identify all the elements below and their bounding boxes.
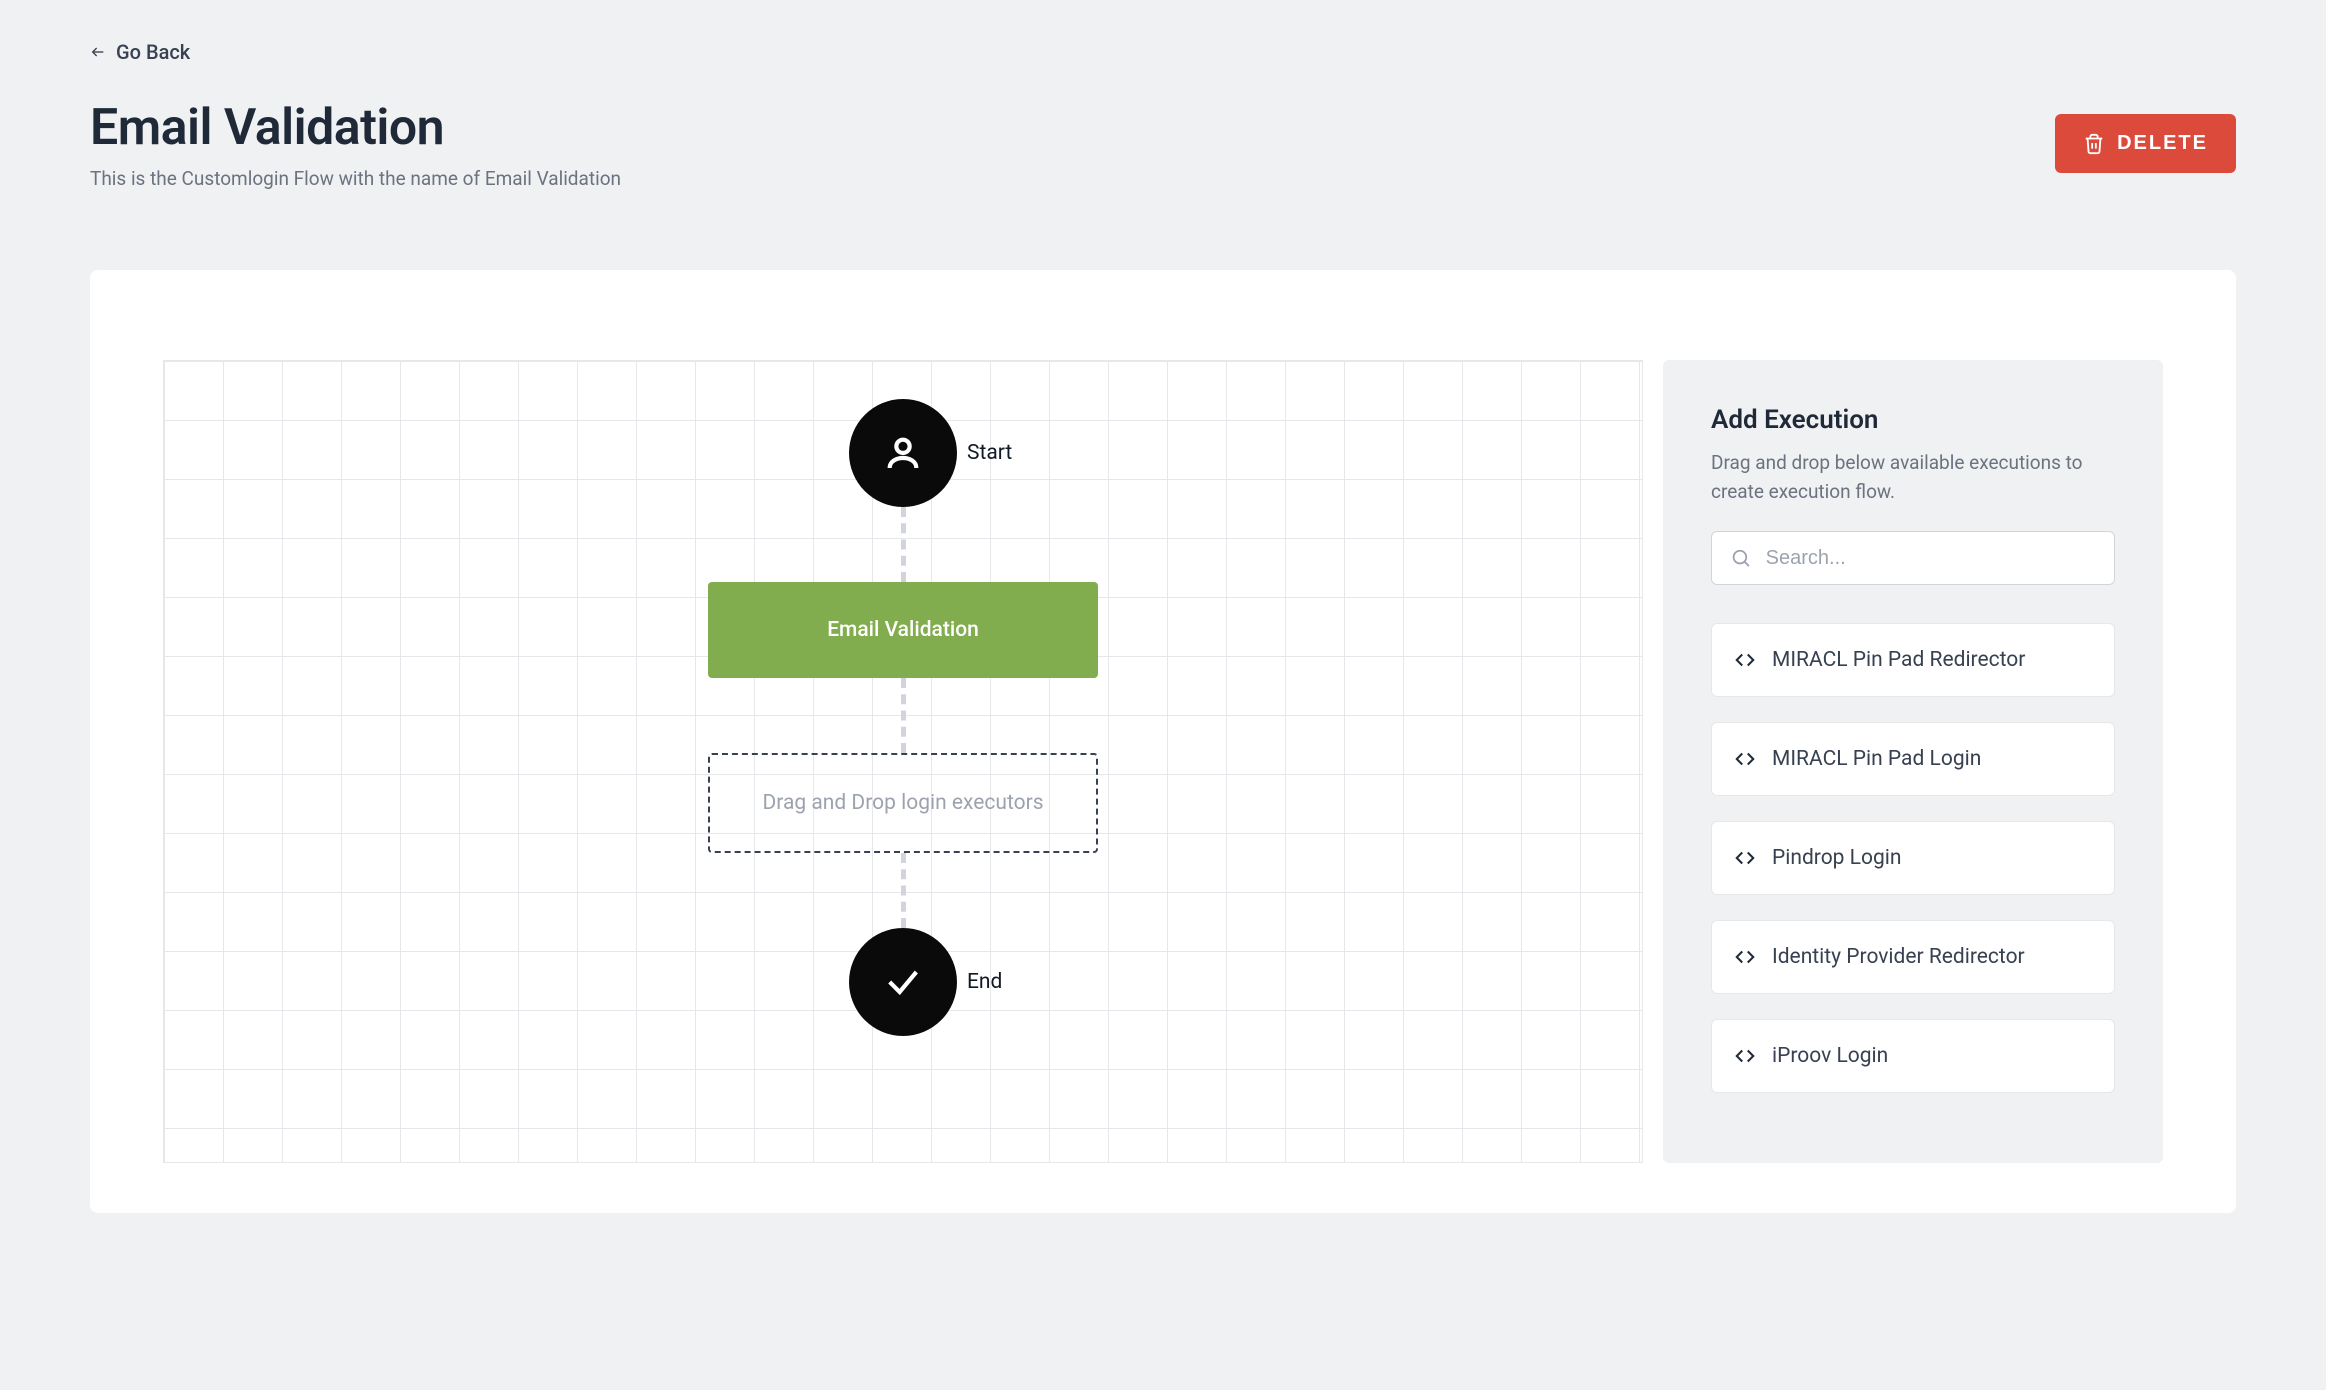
code-icon (1734, 1045, 1756, 1067)
code-icon (1734, 748, 1756, 770)
flow-execution-label: Email Validation (827, 618, 979, 642)
trash-icon (2083, 133, 2105, 155)
flow-end-label: End (967, 970, 1002, 994)
delete-button-label: DELETE (2117, 132, 2208, 155)
execution-item[interactable]: MIRACL Pin Pad Login (1711, 722, 2115, 796)
search-input[interactable] (1766, 547, 2096, 570)
flow-connector (901, 507, 906, 582)
execution-item[interactable]: Pindrop Login (1711, 821, 2115, 895)
execution-item[interactable]: Identity Provider Redirector (1711, 920, 2115, 994)
page-subtitle: This is the Customlogin Flow with the na… (90, 167, 621, 190)
execution-item-label: MIRACL Pin Pad Redirector (1772, 648, 2025, 672)
search-field-wrapper[interactable] (1711, 531, 2115, 585)
code-icon (1734, 946, 1756, 968)
sidebar-title: Add Execution (1711, 405, 2115, 435)
delete-button[interactable]: DELETE (2055, 114, 2236, 173)
go-back-label: Go Back (116, 40, 190, 64)
check-icon (883, 962, 923, 1002)
user-icon (883, 433, 923, 473)
flow-end-node[interactable] (849, 928, 957, 1036)
flow-start-label: Start (967, 441, 1012, 465)
arrow-left-icon (90, 44, 106, 60)
sidebar-description: Drag and drop below available executions… (1711, 449, 2115, 506)
execution-item[interactable]: MIRACL Pin Pad Redirector (1711, 623, 2115, 697)
flow-start-node[interactable] (849, 399, 957, 507)
flow-connector (901, 853, 906, 928)
add-execution-panel: Add Execution Drag and drop below availa… (1663, 360, 2163, 1163)
flow-execution-block[interactable]: Email Validation (708, 582, 1098, 678)
go-back-link[interactable]: Go Back (90, 40, 190, 64)
execution-item-label: Pindrop Login (1772, 846, 1901, 870)
flow-drop-zone[interactable]: Drag and Drop login executors (708, 753, 1098, 853)
flow-canvas[interactable]: Start Email Validation Drag and Drop log… (163, 360, 1643, 1163)
execution-item[interactable]: iProov Login (1711, 1019, 2115, 1093)
execution-item-label: Identity Provider Redirector (1772, 945, 2025, 969)
flow-connector (901, 678, 906, 753)
execution-item-label: iProov Login (1772, 1044, 1888, 1068)
execution-item-label: MIRACL Pin Pad Login (1772, 747, 1981, 771)
code-icon (1734, 847, 1756, 869)
search-icon (1730, 546, 1752, 570)
code-icon (1734, 649, 1756, 671)
flow-drop-hint: Drag and Drop login executors (762, 791, 1043, 815)
page-title: Email Validation (90, 99, 621, 157)
